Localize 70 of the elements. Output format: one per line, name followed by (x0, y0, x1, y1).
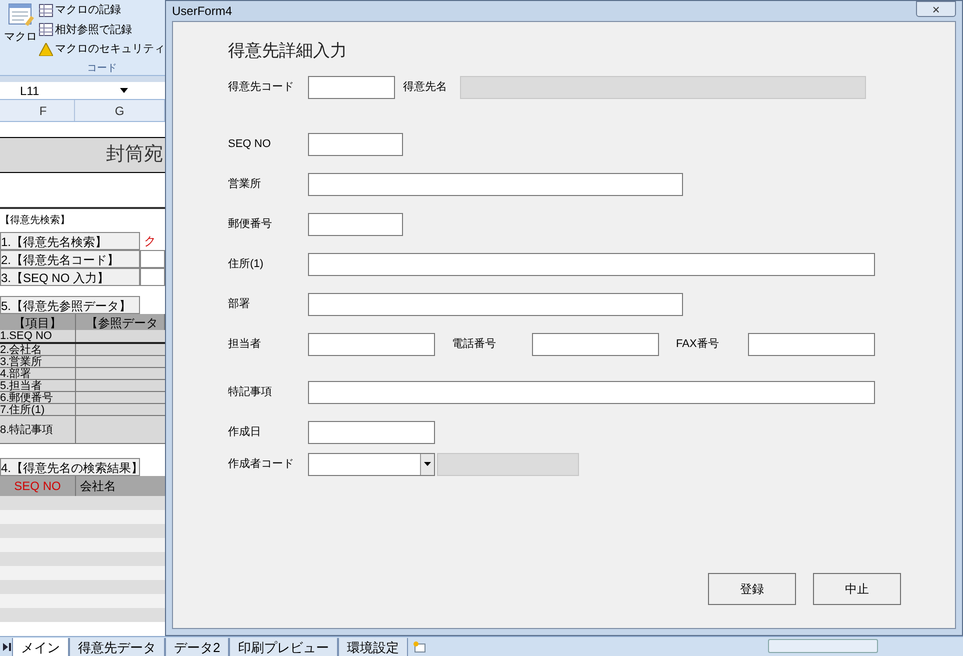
dropdown-icon (420, 454, 434, 474)
input-cell[interactable] (140, 268, 165, 286)
form-heading: 得意先詳細入力 (228, 40, 348, 62)
field-label: 特記事項 (228, 384, 273, 400)
field-label: 作成日 (228, 424, 262, 440)
reference-button[interactable]: 5.【得意先参照データ】 (0, 296, 140, 314)
close-button[interactable]: × (916, 1, 956, 17)
search-button[interactable]: 1.【得意先名検索】 (0, 232, 140, 250)
table-header: 会社名 (79, 478, 116, 495)
scroll-bar[interactable] (768, 639, 878, 653)
ribbon-item[interactable]: マクロの記録 (39, 2, 165, 18)
input-field[interactable] (308, 132, 403, 156)
table-cell: 2.会社名 (0, 344, 76, 355)
window-title: UserForm4 (172, 3, 232, 20)
table-cell: 8.特記事項 (0, 416, 76, 443)
sheet-nav-icon (2, 642, 12, 652)
ribbon-item[interactable]: 相対参照で記録 (39, 22, 165, 38)
search-button[interactable]: 2.【得意先名コード】 (0, 250, 140, 268)
search-button[interactable]: 3.【SEQ NO 入力】 (0, 268, 140, 286)
clear-text: ク (143, 233, 156, 250)
field-label: 営業所 (228, 176, 262, 192)
column-header: F (0, 100, 75, 121)
input-field[interactable] (748, 332, 875, 356)
field-label: 郵便番号 (228, 216, 273, 232)
dropdown-icon (120, 88, 128, 93)
table-cell: 4.部署 (0, 368, 76, 379)
field-label: 住所(1) (228, 256, 264, 272)
table-icon (39, 4, 53, 17)
group-label: コード (86, 62, 118, 76)
warning-icon (39, 42, 53, 56)
table-icon (39, 23, 53, 36)
input-cell[interactable] (140, 250, 165, 268)
field-label: 得意先名 (403, 80, 448, 95)
input-field[interactable] (308, 420, 435, 444)
macro-icon (6, 2, 34, 28)
name-box[interactable]: L11 (0, 82, 120, 100)
ribbon-item[interactable]: マクロのセキュリティ (39, 41, 165, 58)
field-label: 電話番号 (452, 336, 497, 352)
new-sheet-icon (412, 641, 426, 653)
field-label: 得意先コード (228, 80, 295, 95)
input-field[interactable] (308, 76, 395, 98)
table-cell: 3.営業所 (0, 356, 76, 367)
input-field[interactable] (308, 292, 683, 316)
input-field[interactable] (308, 332, 435, 356)
field-label: 部署 (228, 296, 251, 312)
input-field[interactable] (308, 212, 403, 236)
table-cell: 7.住所(1) (0, 404, 76, 415)
combo-box[interactable] (308, 452, 435, 476)
sheet-tab[interactable]: 環境設定 (338, 638, 408, 656)
sheet-tab[interactable]: 得意先データ (69, 638, 165, 656)
group-label: 【得意先検索】 (0, 214, 71, 228)
table-cell: 6.郵便番号 (0, 392, 76, 403)
results-button[interactable]: 4.【得意先名の検索結果】 (0, 458, 140, 476)
input-field[interactable] (308, 172, 683, 196)
input-field[interactable] (532, 332, 659, 356)
input-field[interactable] (308, 252, 875, 276)
form-button[interactable]: 登録 (708, 572, 796, 604)
sheet-tab[interactable]: データ2 (165, 638, 230, 656)
field-label: 担当者 (228, 336, 262, 352)
field-label: 作成者コード (228, 456, 295, 472)
field-label: SEQ NO (228, 136, 272, 152)
title-band: 封筒宛 (0, 137, 165, 173)
table-cell: 5.担当者 (0, 380, 76, 391)
input-field[interactable] (308, 380, 875, 404)
table-cell: 1.SEQ NO (0, 330, 76, 342)
form-button[interactable]: 中止 (813, 572, 901, 604)
field-label: FAX番号 (676, 336, 720, 352)
sheet-tab[interactable]: 印刷プレビュー (229, 638, 338, 656)
macro-button[interactable]: マクロ (4, 2, 37, 75)
sheet-tab[interactable]: メイン (12, 638, 69, 656)
